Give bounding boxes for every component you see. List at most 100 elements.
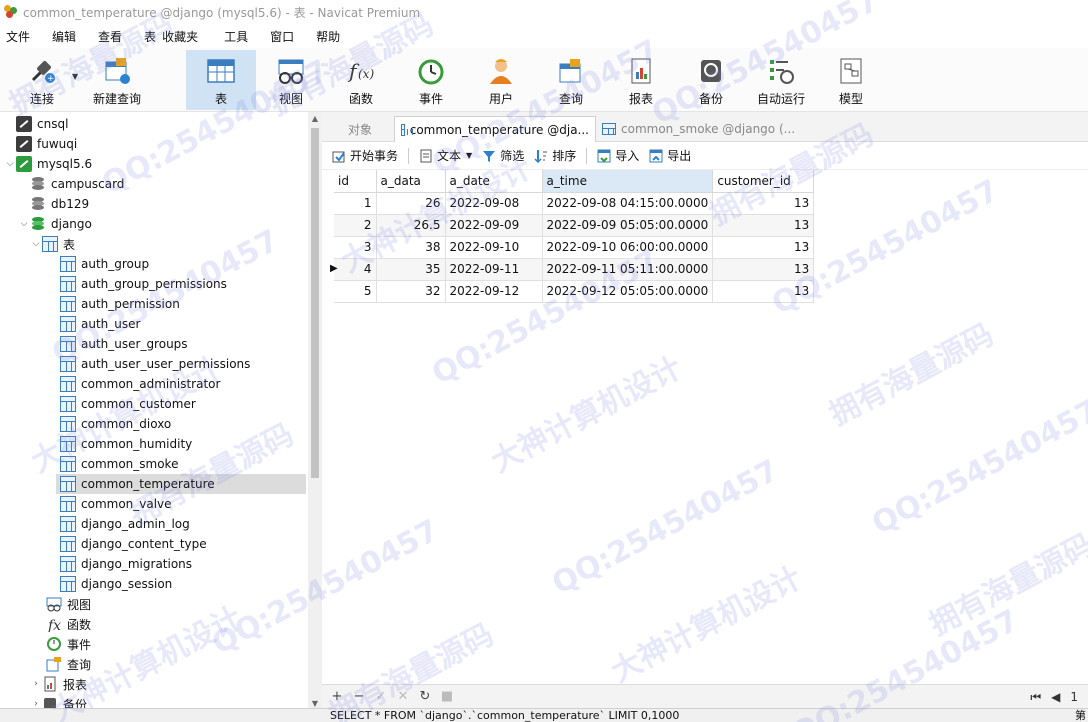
- delete-record-icon[interactable]: −: [348, 689, 370, 704]
- menu-help[interactable]: 帮助: [316, 28, 340, 45]
- scroll-up-icon[interactable]: ▲: [310, 114, 320, 123]
- discard-changes-icon[interactable]: ✕: [392, 689, 414, 704]
- previous-page-icon[interactable]: ◀: [1051, 690, 1060, 704]
- apply-changes-icon[interactable]: ✓: [370, 689, 392, 704]
- filter-button[interactable]: 筛选: [482, 147, 524, 164]
- begin-transaction-button[interactable]: 开始事务: [332, 147, 398, 164]
- tree-database-db129[interactable]: db129: [18, 194, 89, 214]
- tree-connection-fuwuqi[interactable]: fuwuqi: [4, 134, 77, 154]
- tree-connection-mysql56[interactable]: ⌵ mysql5.6: [4, 154, 92, 174]
- cell-customer-id[interactable]: 13: [712, 258, 815, 281]
- backup-button[interactable]: 备份: [688, 50, 734, 110]
- tree-table-common-dioxo[interactable]: common_dioxo: [60, 414, 171, 434]
- table-button[interactable]: 表: [186, 50, 256, 110]
- cell-a-time[interactable]: 2022-09-10 06:00:00.0000: [542, 236, 714, 259]
- cell-a-date[interactable]: 2022-09-08: [445, 192, 543, 215]
- cell-customer-id[interactable]: 13: [712, 236, 815, 259]
- connect-dropdown-icon[interactable]: ▼: [72, 72, 78, 81]
- automation-button[interactable]: 自动运行: [752, 50, 810, 110]
- chevron-right-icon[interactable]: ›: [30, 679, 42, 689]
- tree-table-common-valve[interactable]: common_valve: [60, 494, 172, 514]
- tree-database-campuscard[interactable]: campuscard: [18, 174, 124, 194]
- table-row[interactable]: 1 26 2022-09-08 2022-09-08 04:15:00.0000…: [334, 192, 815, 215]
- text-button[interactable]: 文本 ▼: [419, 147, 472, 164]
- cell-customer-id[interactable]: 13: [712, 214, 815, 237]
- tree-scrollbar[interactable]: ▲ ▼: [308, 112, 322, 710]
- tree-table-auth-group[interactable]: auth_group: [60, 254, 149, 274]
- tree-table-auth-group-permissions[interactable]: auth_group_permissions: [60, 274, 227, 294]
- tree-group-tables[interactable]: ⌵ 表: [30, 234, 75, 254]
- tree-table-auth-permission[interactable]: auth_permission: [60, 294, 180, 314]
- page-number[interactable]: 1: [1070, 690, 1078, 704]
- column-header-a-time[interactable]: a_time: [542, 170, 714, 193]
- cell-a-date[interactable]: 2022-09-10: [445, 236, 543, 259]
- column-header-a-date[interactable]: a_date: [445, 170, 543, 193]
- sort-button[interactable]: 排序: [534, 147, 576, 164]
- cell-id[interactable]: 3: [334, 236, 377, 259]
- menu-window[interactable]: 窗口: [270, 28, 294, 45]
- tree-database-django[interactable]: ⌵ django: [18, 214, 92, 234]
- chevron-down-icon[interactable]: ⌵: [4, 159, 16, 169]
- tree-connection-cnsql[interactable]: cnsql: [4, 114, 68, 134]
- cell-a-time[interactable]: 2022-09-09 05:05:00.0000: [542, 214, 714, 237]
- column-header-a-data[interactable]: a_data: [376, 170, 446, 193]
- tree-group-events[interactable]: 事件: [46, 634, 91, 654]
- menu-file[interactable]: 文件: [6, 28, 30, 45]
- tree-group-views[interactable]: 视图: [46, 594, 91, 614]
- table-row[interactable]: 2 26.5 2022-09-09 2022-09-09 05:05:00.00…: [334, 214, 815, 237]
- cell-a-date[interactable]: 2022-09-12: [445, 280, 543, 303]
- connect-button[interactable]: + 连接: [18, 50, 66, 110]
- user-button[interactable]: 用户: [478, 50, 524, 110]
- event-button[interactable]: 事件: [408, 50, 454, 110]
- cell-id[interactable]: 2: [334, 214, 377, 237]
- view-button[interactable]: 视图: [268, 50, 314, 110]
- menu-table[interactable]: 表: [144, 28, 156, 45]
- menu-favorites[interactable]: 收藏夹: [162, 28, 198, 45]
- column-header-customer-id[interactable]: customer_id: [712, 170, 815, 193]
- tree-table-common-smoke[interactable]: common_smoke: [60, 454, 178, 474]
- tree-group-queries[interactable]: 查询: [46, 654, 91, 674]
- tree-table-common-customer[interactable]: common_customer: [60, 394, 196, 414]
- refresh-icon[interactable]: ↻: [414, 689, 436, 704]
- tree-table-common-humidity[interactable]: common_humidity: [60, 434, 192, 454]
- tree-table-auth-user-user-permissions[interactable]: auth_user_user_permissions: [60, 354, 250, 374]
- menu-edit[interactable]: 编辑: [52, 28, 76, 45]
- table-row[interactable]: 4 35 2022-09-11 2022-09-11 05:11:00.0000…: [334, 258, 815, 281]
- first-page-icon[interactable]: ⏮: [1030, 690, 1041, 705]
- new-query-button[interactable]: 新建查询: [88, 50, 146, 110]
- cell-a-date[interactable]: 2022-09-09: [445, 214, 543, 237]
- cell-a-date[interactable]: 2022-09-11: [445, 258, 543, 281]
- column-header-id[interactable]: id: [334, 170, 377, 193]
- cell-a-time[interactable]: 2022-09-11 05:11:00.0000: [542, 258, 714, 281]
- menu-view[interactable]: 查看: [98, 28, 122, 45]
- cell-a-data[interactable]: 26: [376, 192, 446, 215]
- table-row[interactable]: 3 38 2022-09-10 2022-09-10 06:00:00.0000…: [334, 236, 815, 259]
- stop-icon[interactable]: ■: [436, 689, 458, 704]
- cell-id[interactable]: 4: [334, 258, 377, 281]
- cell-customer-id[interactable]: 13: [712, 192, 815, 215]
- tab-objects[interactable]: 对象: [342, 116, 378, 142]
- cell-a-data[interactable]: 38: [376, 236, 446, 259]
- tree-table-django-content-type[interactable]: django_content_type: [60, 534, 207, 554]
- chevron-down-icon[interactable]: ▼: [466, 151, 472, 160]
- tree-group-functions[interactable]: fx 函数: [46, 614, 91, 635]
- tree-table-django-session[interactable]: django_session: [60, 574, 172, 594]
- chevron-down-icon[interactable]: ⌵: [18, 219, 30, 229]
- scroll-down-icon[interactable]: ▼: [310, 699, 320, 708]
- import-button[interactable]: 导入: [597, 147, 639, 164]
- tree-table-auth-user[interactable]: auth_user: [60, 314, 140, 334]
- add-record-icon[interactable]: +: [326, 689, 348, 704]
- cell-id[interactable]: 5: [334, 280, 377, 303]
- function-button[interactable]: f (x) 函数: [338, 50, 384, 110]
- tree-group-reports[interactable]: › 报表: [30, 674, 87, 694]
- report-button[interactable]: 报表: [618, 50, 664, 110]
- tree-table-django-migrations[interactable]: django_migrations: [60, 554, 192, 574]
- tab-common-temperature[interactable]: common_temperature @dja...: [394, 116, 596, 142]
- query-button[interactable]: 查询: [548, 50, 594, 110]
- cell-a-data[interactable]: 32: [376, 280, 446, 303]
- chevron-down-icon[interactable]: ⌵: [30, 239, 42, 249]
- cell-a-time[interactable]: 2022-09-08 04:15:00.0000: [542, 192, 714, 215]
- table-row[interactable]: 5 32 2022-09-12 2022-09-12 05:05:00.0000…: [334, 280, 815, 303]
- cell-a-data[interactable]: 35: [376, 258, 446, 281]
- cell-a-time[interactable]: 2022-09-12 05:05:00.0000: [542, 280, 714, 303]
